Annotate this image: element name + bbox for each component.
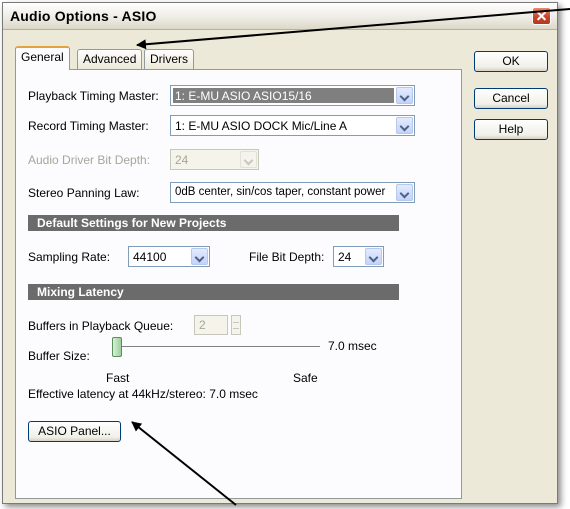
chevron-down-icon	[240, 151, 257, 168]
buffers-spin-button	[231, 315, 241, 335]
buffer-size-slider-track[interactable]	[112, 346, 320, 348]
chevron-down-icon[interactable]	[191, 248, 208, 265]
buffer-size-value: 7.0 msec	[328, 339, 377, 353]
stereo-panning-law-value: 0dB center, sin/cos taper, constant powe…	[175, 186, 386, 198]
window-title: Audio Options - ASIO	[10, 8, 157, 24]
buffers-in-playback-queue-input: 2	[194, 315, 228, 335]
stereo-panning-law-select[interactable]: 0dB center, sin/cos taper, constant powe…	[170, 182, 415, 203]
cancel-button[interactable]: Cancel	[474, 88, 548, 109]
tab-general[interactable]: General	[15, 46, 70, 70]
chevron-down-icon[interactable]	[396, 184, 413, 201]
ok-button[interactable]: OK	[474, 51, 548, 72]
buffer-size-label: Buffer Size:	[28, 349, 90, 363]
record-timing-master-value: 1: E-MU ASIO DOCK Mic/Line A	[175, 119, 348, 133]
file-bit-depth-value: 24	[338, 250, 352, 264]
mixing-latency-heading: Mixing Latency	[28, 284, 399, 300]
asio-panel-button[interactable]: ASIO Panel...	[28, 421, 121, 442]
audio-driver-bit-depth-value: 24	[175, 153, 189, 167]
effective-latency-text: Effective latency at 44kHz/stereo: 7.0 m…	[28, 387, 258, 401]
slider-fast-label: Fast	[106, 371, 130, 385]
record-timing-master-label: Record Timing Master:	[28, 119, 149, 133]
playback-timing-master-select[interactable]: 1: E-MU ASIO ASIO15/16	[170, 85, 415, 106]
stereo-panning-law-label: Stereo Panning Law:	[28, 186, 140, 200]
playback-timing-master-label: Playback Timing Master:	[28, 89, 159, 103]
chevron-down-icon[interactable]	[396, 117, 413, 134]
chevron-down-icon[interactable]	[365, 248, 382, 265]
sampling-rate-label: Sampling Rate:	[28, 250, 111, 264]
tab-drivers[interactable]: Drivers	[144, 49, 194, 69]
close-icon[interactable]	[532, 7, 551, 25]
audio-driver-bit-depth-select: 24	[170, 149, 259, 170]
audio-options-dialog: Audio Options - ASIO General Advanced Dr…	[2, 2, 558, 504]
file-bit-depth-select[interactable]: 24	[333, 246, 384, 267]
buffer-size-slider-thumb[interactable]	[112, 337, 122, 357]
default-settings-heading: Default Settings for New Projects	[28, 215, 399, 231]
sampling-rate-value: 44100	[133, 250, 167, 264]
audio-driver-bit-depth-label: Audio Driver Bit Depth:	[28, 153, 151, 167]
file-bit-depth-label: File Bit Depth:	[249, 250, 325, 264]
sampling-rate-select[interactable]: 44100	[128, 246, 210, 267]
record-timing-master-select[interactable]: 1: E-MU ASIO DOCK Mic/Line A	[170, 115, 415, 136]
playback-timing-master-value: 1: E-MU ASIO ASIO15/16	[173, 88, 394, 103]
buffers-in-playback-queue-label: Buffers in Playback Queue:	[28, 319, 174, 333]
tab-advanced[interactable]: Advanced	[77, 49, 143, 69]
help-button[interactable]: Help	[474, 119, 548, 140]
chevron-down-icon[interactable]	[396, 87, 413, 104]
slider-safe-label: Safe	[293, 371, 318, 385]
title-bar[interactable]: Audio Options - ASIO	[3, 3, 557, 30]
